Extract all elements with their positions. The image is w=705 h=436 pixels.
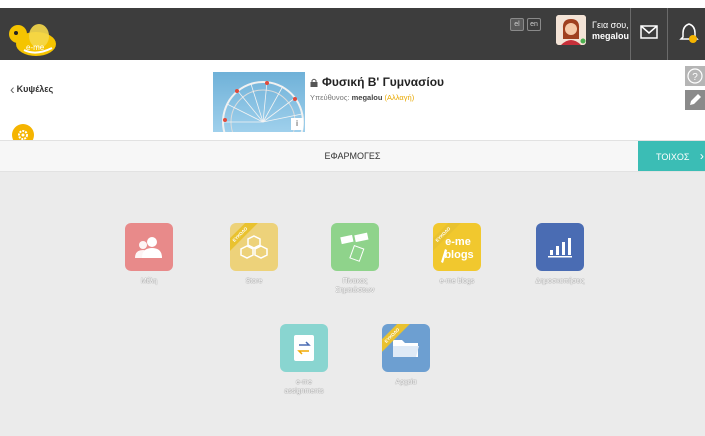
hive-icon <box>240 235 268 259</box>
back-link[interactable]: ‹ Κυψέλες <box>10 81 53 97</box>
change-responsible-link[interactable]: (Αλλαγή) <box>385 93 415 102</box>
top-bar: e-me el en Γεια σου, megalou <box>0 8 705 60</box>
mail-icon[interactable] <box>640 24 658 40</box>
app-tile <box>331 223 379 271</box>
user-avatar-icon <box>556 15 586 45</box>
members-icon <box>135 237 162 258</box>
course-title: Φυσική Β' Γυμνασίου <box>310 75 444 89</box>
app-tile <box>536 223 584 271</box>
lock-icon <box>310 78 318 87</box>
tab-bar: ΕΦΑΡΜΟΓΕΣ ΤΟΙΧΟΣ › <box>0 140 705 172</box>
lang-en-button[interactable]: en <box>527 18 541 31</box>
app-tile <box>280 324 328 372</box>
app-label: Μέλη <box>140 278 158 285</box>
course-image: i <box>213 72 305 132</box>
pencil-icon <box>690 94 701 105</box>
app-assignments[interactable]: e-me assignments <box>279 324 329 396</box>
top-strip <box>0 0 705 8</box>
tab-apps[interactable]: ΕΦΑΡΜΟΓΕΣ <box>0 141 705 171</box>
app-label: Δημοσκοπήσεις <box>535 278 585 285</box>
chevron-left-icon: ‹ <box>10 81 15 97</box>
lang-el-button[interactable]: el <box>510 18 524 31</box>
app-polls[interactable]: Δημοσκοπήσεις <box>535 223 585 286</box>
course-header: ‹ Κυψέλες i Φυσική Β' Γυμνασίου Υπεύθυνο… <box>0 60 705 140</box>
info-button[interactable]: i <box>291 118 303 130</box>
app-label: Store <box>245 278 263 285</box>
avatar[interactable] <box>556 15 586 45</box>
folder-icon <box>393 340 419 357</box>
app-files[interactable]: ΕΥΚΟΛΟ Αρχεία <box>381 324 431 387</box>
sticky-notes-icon <box>340 232 369 262</box>
e-me-logo[interactable]: e-me <box>6 20 58 60</box>
app-store[interactable]: ΕΥΚΟΛΟ Store <box>229 223 279 286</box>
svg-text:e-me: e-me <box>26 43 45 52</box>
bell-icon[interactable] <box>679 22 699 44</box>
chevron-right-icon: › <box>699 149 704 163</box>
app-members[interactable]: Μέλη <box>124 223 174 286</box>
app-label: e-me assignments <box>284 379 324 395</box>
divider <box>667 8 668 60</box>
greeting[interactable]: Γεια σου, megalou <box>592 20 630 42</box>
question-mark-icon: ? <box>687 68 703 84</box>
course-title-text: Φυσική Β' Γυμνασίου <box>322 75 445 89</box>
app-tile: ΕΥΚΟΛΟ <box>230 223 278 271</box>
tab-wall[interactable]: ΤΟΙΧΟΣ › <box>638 141 705 171</box>
app-label: e-me blogs <box>439 278 475 285</box>
greeting-text: Γεια σου, <box>592 20 629 30</box>
help-button[interactable]: ? <box>685 66 705 86</box>
poll-chart-icon <box>548 238 572 258</box>
assignments-icon <box>294 335 314 361</box>
app-tile: e-me blogs ΕΥΚΟΛΟ <box>433 223 481 271</box>
app-notes-board[interactable]: Πίνακας Σημειώσεων <box>330 223 380 295</box>
app-label: Πίνακας Σημειώσεων <box>335 278 375 294</box>
app-tile <box>125 223 173 271</box>
app-blogs[interactable]: e-me blogs ΕΥΚΟΛΟ e-me blogs <box>432 223 482 286</box>
svg-text:blogs: blogs <box>444 249 473 261</box>
svg-text:?: ? <box>692 72 698 83</box>
tab-wall-label: ΤΟΙΧΟΣ <box>656 152 690 162</box>
responsible-name: megalou <box>351 93 383 102</box>
svg-text:e-me: e-me <box>445 236 471 248</box>
course-responsible: Υπεύθυνος: megalou (Αλλαγή) <box>310 93 414 102</box>
app-tile: ΕΥΚΟΛΟ <box>382 324 430 372</box>
responsible-label: Υπεύθυνος: <box>310 93 350 102</box>
back-label: Κυψέλες <box>16 84 54 94</box>
username: megalou <box>592 31 630 41</box>
edit-button[interactable] <box>685 90 705 110</box>
divider <box>630 8 631 60</box>
app-label: Αρχεία <box>395 379 417 386</box>
